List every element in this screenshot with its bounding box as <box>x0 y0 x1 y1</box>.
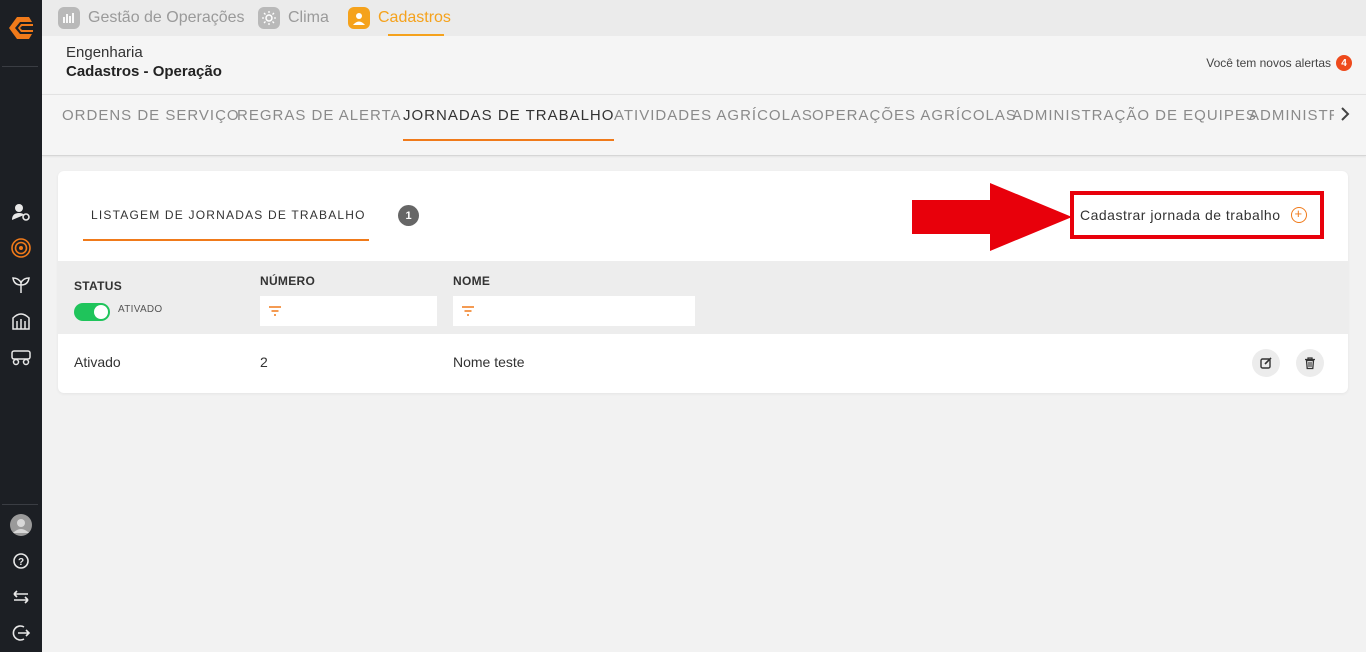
status-toggle-label: ATIVADO <box>118 304 163 315</box>
user-settings-icon[interactable] <box>6 197 36 227</box>
app-tab-label: Gestão de Operações <box>88 9 245 26</box>
tab-listagem[interactable]: LISTAGEM DE JORNADAS DE TRABALHO <box>83 199 369 241</box>
tab-regras-de-alerta[interactable]: REGRAS DE ALERTA <box>237 107 402 124</box>
tab-operacoes-agricolas[interactable]: OPERAÇÕES AGRÍCOLAS <box>812 107 1017 124</box>
tab-administr[interactable]: ADMINISTR <box>1249 107 1341 124</box>
logout-icon[interactable] <box>6 618 36 648</box>
cell-numero: 2 <box>260 354 268 370</box>
sidebar-divider <box>2 504 38 505</box>
table-header: STATUS ATIVADO NÚMERO NOME <box>58 261 1348 334</box>
sun-icon <box>258 7 280 29</box>
cell-status: Ativado <box>74 354 121 370</box>
status-toggle[interactable] <box>74 303 110 321</box>
toggle-knob <box>94 305 108 319</box>
jornadas-card: LISTAGEM DE JORNADAS DE TRABALHO 1 Cadas… <box>58 171 1348 393</box>
annotation-arrow-icon <box>912 183 1072 251</box>
brand-logo-icon[interactable] <box>5 12 37 44</box>
switch-icon[interactable] <box>6 582 36 612</box>
app-tab-label: Cadastros <box>378 9 451 26</box>
tab-jornadas-de-trabalho[interactable]: JORNADAS DE TRABALHO <box>403 107 615 141</box>
tab-label: JORNADAS DE TRABALHO <box>403 107 615 124</box>
numero-filter-input[interactable] <box>260 296 437 326</box>
alerts-text: Você tem novos alertas <box>1206 56 1331 70</box>
table-row: Ativado 2 Nome teste <box>58 334 1348 393</box>
tab-administracao-de-equipes[interactable]: ADMINISTRAÇÃO DE EQUIPES <box>1012 107 1257 124</box>
column-header-nome: NOME <box>453 274 491 288</box>
machinery-icon[interactable] <box>6 341 36 371</box>
plant-icon[interactable] <box>6 269 36 299</box>
column-header-numero: NÚMERO <box>260 274 316 288</box>
nome-filter-input[interactable] <box>453 296 695 326</box>
sidebar: ? <box>0 0 42 652</box>
avatar[interactable] <box>6 510 36 540</box>
column-header-status: STATUS <box>74 279 123 293</box>
tab-ordens-de-servico[interactable]: ORDENS DE SERVIÇO <box>62 107 240 124</box>
app-tab-cadastros[interactable]: Cadastros <box>348 0 451 36</box>
add-jornada-label: Cadastrar jornada de trabalho <box>1080 207 1281 223</box>
filter-icon <box>269 306 281 316</box>
app-tab-gestao[interactable]: Gestão de Operações <box>58 0 245 36</box>
add-jornada-button[interactable]: Cadastrar jornada de trabalho + <box>1070 191 1324 239</box>
app-tab-label: Clima <box>288 9 329 26</box>
user-icon <box>348 7 370 29</box>
alerts-count-badge: 4 <box>1336 55 1352 71</box>
active-tab-indicator <box>403 139 615 141</box>
app-tabbar: Gestão de Operações Clima Cadastros <box>42 0 1366 36</box>
cell-nome: Nome teste <box>453 354 525 370</box>
delete-button[interactable] <box>1296 349 1324 377</box>
edit-button[interactable] <box>1252 349 1280 377</box>
plus-circle-icon: + <box>1290 207 1307 223</box>
breadcrumb: Engenharia <box>66 44 143 61</box>
filter-icon <box>462 306 474 316</box>
silo-icon[interactable] <box>6 305 36 335</box>
page-header: Engenharia Cadastros - Operação Você tem… <box>42 36 1366 94</box>
alerts-notice[interactable]: Você tem novos alertas 4 <box>1206 55 1352 71</box>
count-badge: 1 <box>398 205 419 226</box>
target-operations-icon[interactable] <box>6 233 36 263</box>
sub-tabbar: ORDENS DE SERVIÇO REGRAS DE ALERTA JORNA… <box>42 94 1366 156</box>
tab-label: LISTAGEM DE JORNADAS DE TRABALHO <box>91 208 366 222</box>
sidebar-divider <box>2 66 38 67</box>
trash-icon <box>1305 357 1315 370</box>
tab-atividades-agricolas[interactable]: ATIVIDADES AGRÍCOLAS <box>614 107 813 124</box>
edit-icon <box>1260 357 1272 369</box>
page-title: Cadastros - Operação <box>66 63 222 80</box>
help-icon[interactable]: ? <box>6 546 36 576</box>
active-tab-indicator <box>83 239 369 241</box>
app-tab-clima[interactable]: Clima <box>258 0 329 36</box>
svg-text:?: ? <box>18 557 24 568</box>
chevron-right-icon[interactable] <box>1334 103 1356 125</box>
chart-icon <box>58 7 80 29</box>
